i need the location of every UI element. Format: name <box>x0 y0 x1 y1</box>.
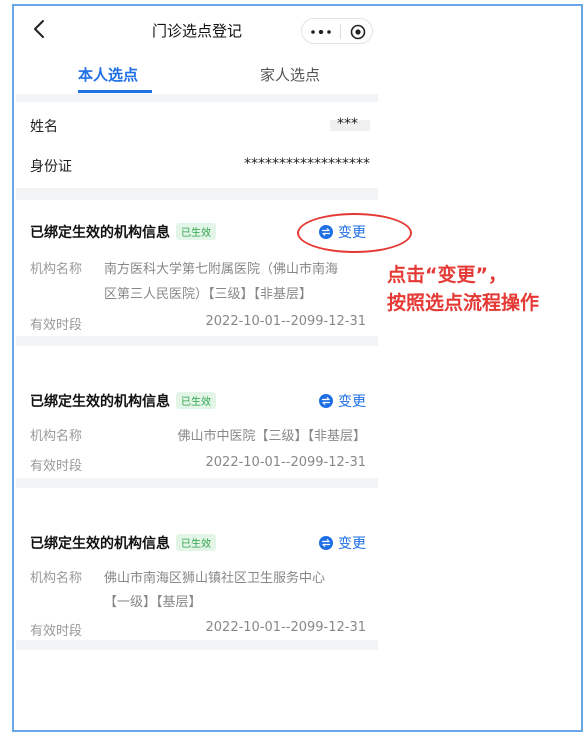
org-name-value-line2: 区第三人民医院）【三级】【非基层】 <box>104 287 313 302</box>
card-title: 已绑定生效的机构信息 <box>30 394 170 410</box>
screenshot-frame: 门诊选点登记 本人选点 家人选点 姓名 *** 身份证 ************… <box>12 4 583 732</box>
card-header: 已绑定生效的机构信息 已生效 <box>30 391 216 411</box>
navigation-bar: 门诊选点登记 <box>16 8 378 52</box>
card-header: 已绑定生效的机构信息 已生效 <box>30 222 216 242</box>
period-value: 2022-10-01--2099-12-31 <box>205 455 366 470</box>
name-value: *** <box>337 116 358 132</box>
period-value: 2022-10-01--2099-12-31 <box>205 314 366 329</box>
period-label: 有效时段 <box>30 624 83 639</box>
annotation-highlight-ellipse <box>297 213 412 253</box>
card-title: 已绑定生效的机构信息 <box>30 225 170 241</box>
annotation-line-2: 按照选点流程操作 <box>387 292 540 314</box>
change-label: 变更 <box>338 394 366 410</box>
tab-bar: 本人选点 家人选点 <box>16 52 378 94</box>
capsule-divider <box>340 24 341 39</box>
status-badge: 已生效 <box>176 534 216 551</box>
change-button[interactable]: 变更 <box>319 391 366 411</box>
bound-institution-card: 已绑定生效的机构信息 已生效 变更 机构名称 佛山市中医院【三级】【非基层】 有效… <box>16 391 378 474</box>
org-name-value: 南方医科大学第七附属医院（佛山市南海 <box>104 262 339 277</box>
change-icon <box>319 536 333 550</box>
period-value: 2022-10-01--2099-12-31 <box>205 620 366 635</box>
org-name-label: 机构名称 <box>30 571 83 586</box>
annotation-line-1: 点击“变更”， <box>387 264 507 286</box>
status-badge: 已生效 <box>176 392 216 409</box>
status-badge: 已生效 <box>176 223 216 240</box>
org-name-value: 佛山市南海区狮山镇社区卫生服务中心 <box>104 571 326 586</box>
change-icon <box>319 394 333 408</box>
tab-family[interactable]: 家人选点 <box>260 64 320 85</box>
target-icon[interactable] <box>350 24 366 40</box>
section-divider <box>16 188 378 200</box>
section-divider <box>16 336 378 346</box>
tab-self[interactable]: 本人选点 <box>78 64 138 85</box>
more-icon[interactable] <box>310 30 332 34</box>
id-value: ****************** <box>244 156 370 172</box>
name-row: 姓名 *** <box>30 116 370 136</box>
org-name-value: 佛山市中医院【三级】【非基层】 <box>177 429 366 444</box>
org-name-label: 机构名称 <box>30 429 83 444</box>
active-tab-indicator <box>78 90 152 93</box>
card-header: 已绑定生效的机构信息 已生效 <box>30 533 216 553</box>
org-name-label: 机构名称 <box>30 262 83 277</box>
section-divider <box>16 478 378 488</box>
period-label: 有效时段 <box>30 459 83 474</box>
change-label: 变更 <box>338 536 366 552</box>
org-name-value-line2: 【一级】【基层】 <box>104 595 202 610</box>
id-row: 身份证 ****************** <box>30 156 370 176</box>
mini-program-page: 门诊选点登记 本人选点 家人选点 姓名 *** 身份证 ************… <box>16 8 378 650</box>
card-title: 已绑定生效的机构信息 <box>30 536 170 552</box>
section-divider <box>16 640 378 650</box>
capsule-menu <box>301 18 373 44</box>
name-label: 姓名 <box>30 119 58 135</box>
period-label: 有效时段 <box>30 318 83 333</box>
change-button[interactable]: 变更 <box>319 533 366 553</box>
section-divider <box>16 94 378 102</box>
id-label: 身份证 <box>30 159 72 175</box>
bound-institution-card: 已绑定生效的机构信息 已生效 变更 机构名称 佛山市南海区狮山镇社区卫生服务中心 … <box>16 533 378 643</box>
annotation-text: 点击“变更”， 按照选点流程操作 <box>387 261 539 317</box>
